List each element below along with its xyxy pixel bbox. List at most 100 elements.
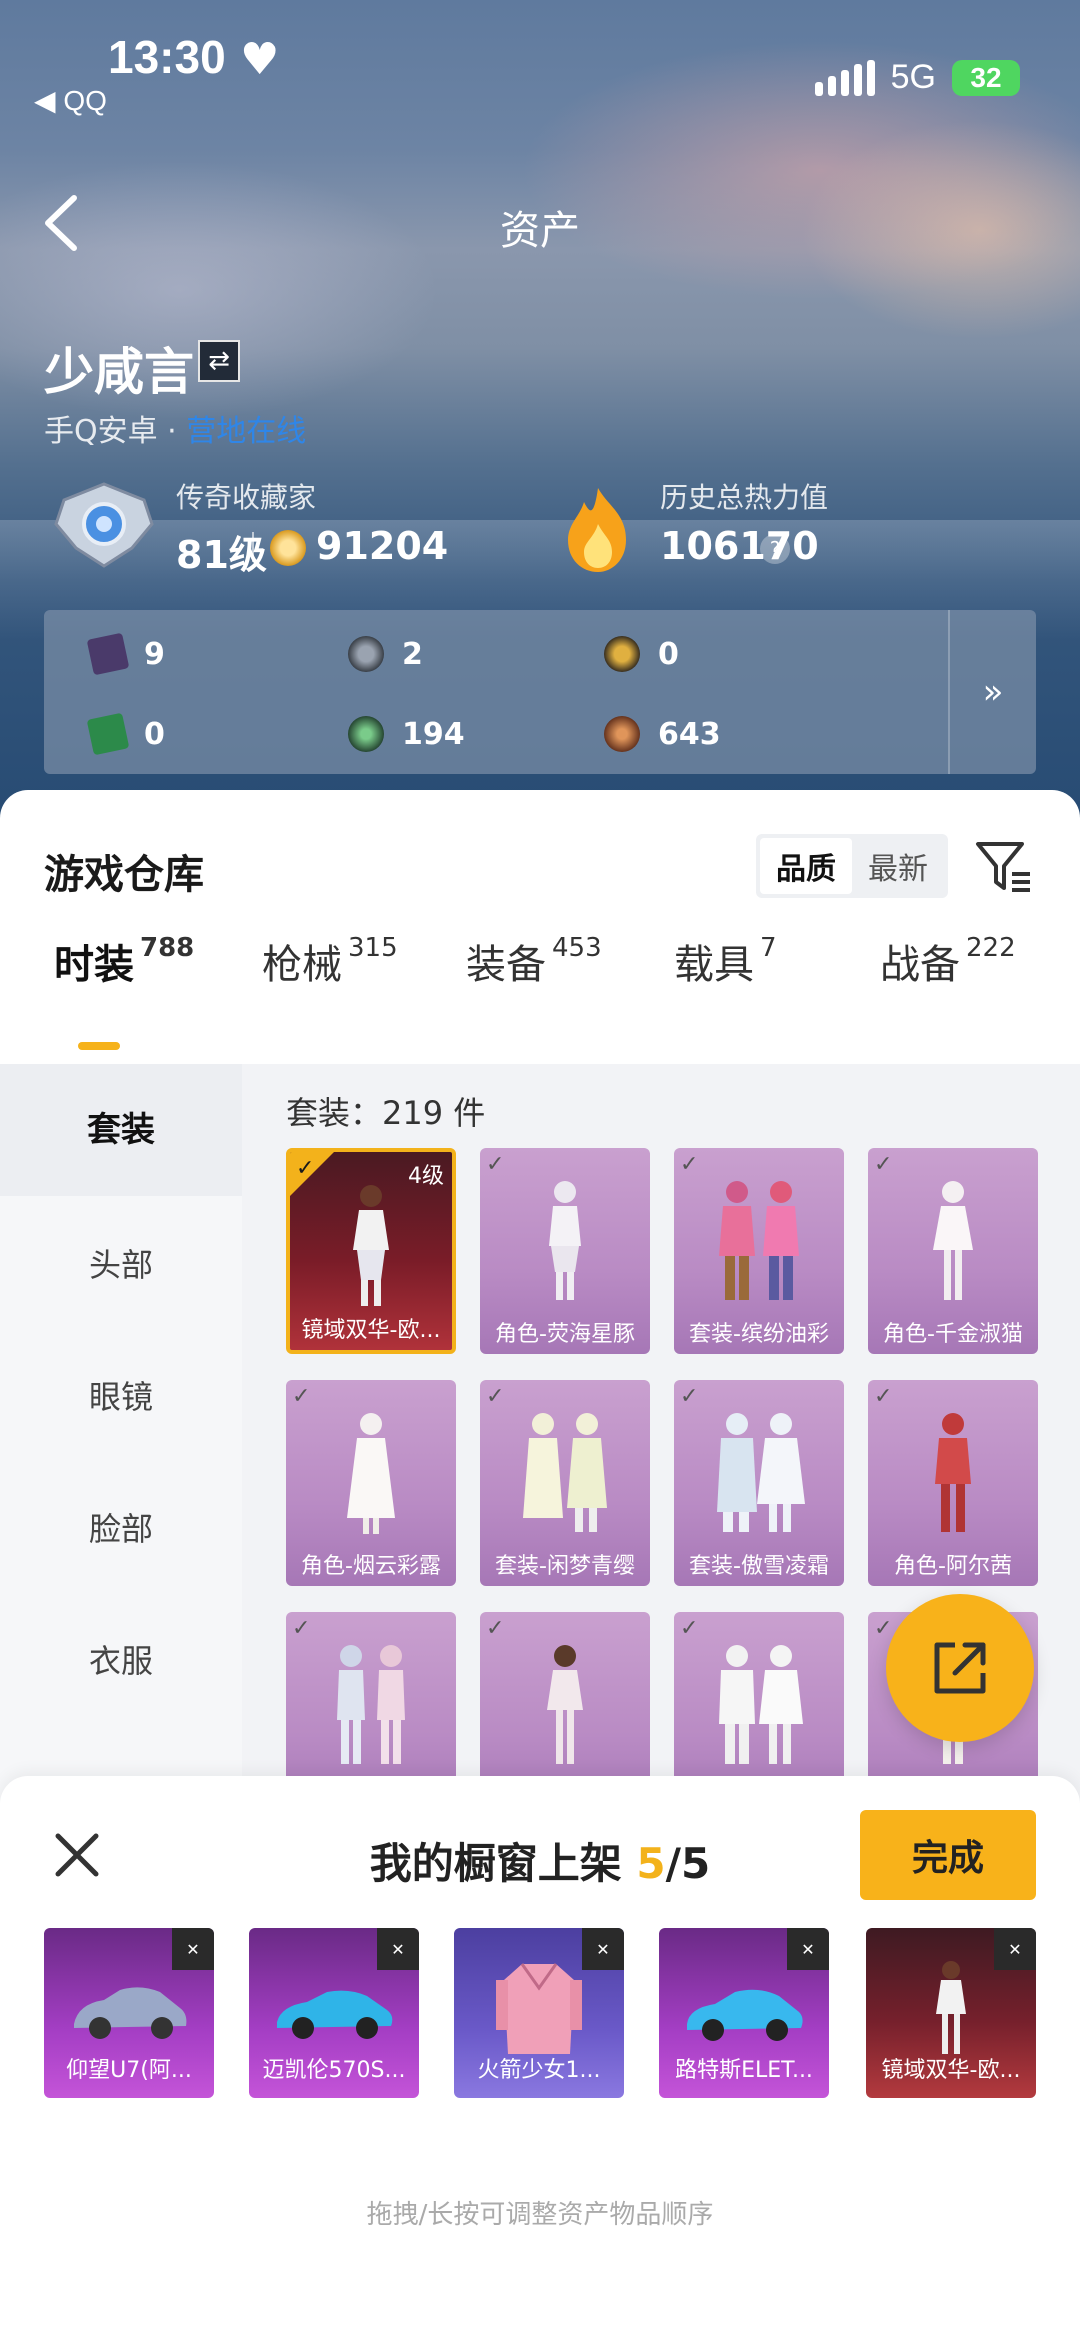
gold-coin-icon — [604, 636, 640, 672]
check-icon: ✓ — [680, 1616, 699, 1641]
remove-icon[interactable]: ✕ — [994, 1928, 1036, 1970]
showcase-slot[interactable]: ✕ 仰望U7(阿... — [44, 1928, 214, 2098]
character-figure-icon — [547, 1645, 583, 1764]
slot-name: 迈凯伦570S... — [262, 2058, 406, 2083]
showcase-slot[interactable]: ✕ 镜域双华-欧... — [866, 1928, 1036, 2098]
currency-item[interactable]: 643 — [604, 716, 721, 752]
subcategory-suits[interactable]: 套装 — [0, 1064, 242, 1196]
tab-label: 战备 — [880, 942, 960, 988]
tab-weapons[interactable]: 枪械 315 — [262, 932, 398, 990]
currency-item[interactable]: 0 — [604, 636, 679, 672]
showcase-count-current: 5 — [636, 1839, 666, 1888]
subcategory-face[interactable]: 脸部 — [0, 1504, 242, 1550]
collector-title: 传奇收藏家 — [176, 481, 317, 514]
car-icon — [74, 1987, 187, 2039]
remove-icon[interactable]: ✕ — [582, 1928, 624, 1970]
currency-value: 0 — [658, 636, 679, 672]
character-figure-icon — [717, 1413, 805, 1532]
check-icon: ✓ — [680, 1384, 699, 1409]
battery-icon: 32 — [952, 59, 1020, 96]
heat-title: 历史总热力值 — [660, 481, 829, 514]
heat-value: 106170 — [660, 524, 819, 568]
subcategory-list: 套装 头部 眼镜 脸部 衣服 裤 — [0, 1064, 242, 1812]
item-count-label: 套装：219 件 — [286, 1094, 486, 1132]
item-card[interactable]: ✓ 套装-闲梦青缨 — [480, 1380, 650, 1586]
item-name: 镜域双华-欧... — [301, 1318, 441, 1343]
sort-latest-button[interactable]: 最新 — [852, 838, 944, 894]
subcategory-head[interactable]: 头部 — [0, 1240, 242, 1286]
item-name: 角色-千金淑猫 — [883, 1322, 1023, 1347]
collector-points: 91204 — [316, 524, 449, 568]
remove-icon[interactable]: ✕ — [787, 1928, 829, 1970]
currency-value: 643 — [658, 716, 721, 752]
check-icon: ✓ — [292, 1384, 311, 1409]
reorder-hint: 拖拽/长按可调整资产物品顺序 — [366, 2200, 714, 2230]
tab-label: 装备 — [466, 942, 546, 988]
character-figure-icon — [353, 1185, 389, 1306]
currency-item[interactable]: 2 — [348, 636, 423, 672]
currency-value: 9 — [144, 636, 165, 672]
remove-icon[interactable]: ✕ — [377, 1928, 419, 1970]
currency-more-button[interactable]: » — [948, 610, 1036, 774]
character-figure-icon — [719, 1645, 803, 1764]
help-icon[interactable]: ? — [760, 534, 790, 564]
done-button[interactable]: 完成 — [860, 1810, 1036, 1900]
check-icon: ✓ — [486, 1616, 505, 1641]
green-orb-icon — [348, 716, 384, 752]
showcase-slot[interactable]: ✕ 迈凯伦570S... — [249, 1928, 419, 2098]
showcase-panel: 我的橱窗上架 5/5 完成 ✕ 仰望U7(阿... ✕ 迈凯伦570S... ✕… — [0, 1776, 1080, 2341]
remove-icon[interactable]: ✕ — [172, 1928, 214, 1970]
item-card[interactable]: ✓ 角色-千金淑猫 — [868, 1148, 1038, 1354]
showcase-slot[interactable]: ✕ 火箭少女1... — [454, 1928, 624, 2098]
check-icon: ✓ — [874, 1152, 893, 1177]
item-name: 角色-荧海星豚 — [495, 1322, 635, 1347]
back-to-app-link[interactable]: ◀ QQ — [34, 84, 107, 117]
currency-value: 2 — [402, 636, 423, 672]
tab-count: 315 — [348, 933, 398, 963]
tab-supplies[interactable]: 战备 222 — [880, 932, 1016, 990]
platform-label: 手Q安卓 · — [44, 414, 187, 449]
item-name: 套装-傲雪凌霜 — [689, 1554, 829, 1579]
character-figure-icon — [933, 1181, 973, 1300]
check-icon: ✓ — [874, 1616, 893, 1641]
share-button[interactable] — [886, 1594, 1034, 1742]
currency-item[interactable]: 194 — [348, 716, 465, 752]
switch-account-icon[interactable]: ⇄ — [198, 340, 240, 382]
item-name: 角色-烟云彩露 — [301, 1554, 441, 1579]
item-card[interactable]: ✓ 角色-阿尔茜 — [868, 1380, 1038, 1586]
item-card[interactable]: ✓ 套装-傲雪凌霜 — [674, 1380, 844, 1586]
character-figure-icon — [719, 1181, 799, 1300]
item-name: 套装-缤纷油彩 — [689, 1322, 829, 1347]
tab-label: 时装 — [54, 942, 134, 988]
heart-icon: ♥ — [240, 34, 280, 85]
item-card[interactable]: ✓ 4级 镜域双华-欧... — [286, 1148, 456, 1354]
sort-quality-button[interactable]: 品质 — [760, 838, 852, 894]
silver-coin-icon — [348, 636, 384, 672]
filter-icon[interactable] — [972, 834, 1036, 898]
tab-equipment[interactable]: 装备 453 — [466, 932, 602, 990]
status-time: 13:30 — [108, 31, 226, 83]
character-figure-icon — [549, 1181, 581, 1300]
sort-toggle: 品质 最新 — [756, 834, 948, 898]
item-card[interactable]: ✓ 角色-荧海星豚 — [480, 1148, 650, 1354]
item-card[interactable]: ✓ 套装-缤纷油彩 — [674, 1148, 844, 1354]
tab-fashion[interactable]: 时装 788 — [54, 932, 194, 990]
tab-count: 788 — [140, 933, 195, 963]
item-name: 套装-闲梦青缨 — [495, 1554, 635, 1579]
check-icon: ✓ — [486, 1152, 505, 1177]
currency-item[interactable]: 0 — [86, 712, 165, 756]
battery-level: 32 — [970, 61, 1002, 93]
slot-name: 镜域双华-欧... — [881, 2058, 1021, 2083]
subcategory-glasses[interactable]: 眼镜 — [0, 1372, 242, 1418]
tab-count: 7 — [760, 933, 777, 963]
currency-item[interactable]: 9 — [86, 632, 165, 676]
subcategory-clothes[interactable]: 衣服 — [0, 1636, 242, 1682]
network-type: 5G — [890, 58, 936, 96]
character-figure-icon — [936, 1961, 966, 2054]
item-card[interactable]: ✓ 角色-烟云彩露 — [286, 1380, 456, 1586]
showcase-slot[interactable]: ✕ 路特斯ELET... — [659, 1928, 829, 2098]
signal-icon — [814, 59, 875, 96]
purple-card-icon — [86, 632, 130, 676]
slot-name: 路特斯ELET... — [675, 2058, 813, 2083]
tab-vehicles[interactable]: 载具 7 — [674, 932, 777, 990]
